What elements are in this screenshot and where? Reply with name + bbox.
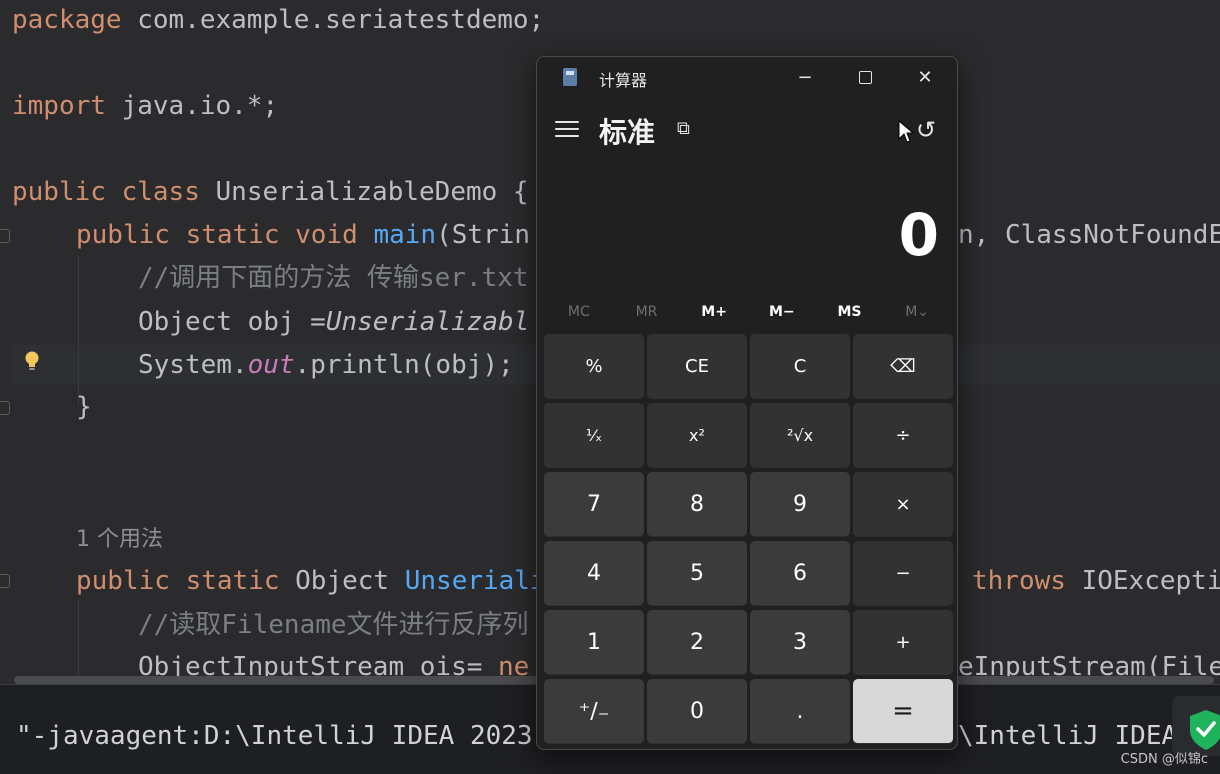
digit-6-button[interactable]: 6 — [750, 541, 850, 606]
minimize-button[interactable]: − — [785, 63, 825, 91]
code-line: public class UnserializableDemo { — [12, 177, 529, 207]
memory-store-button[interactable]: MS — [816, 304, 882, 320]
menu-button[interactable] — [555, 117, 579, 141]
security-shield-widget[interactable] — [1172, 696, 1220, 756]
keep-on-top-icon: ⧉ — [677, 118, 690, 139]
digit-8-button[interactable]: 8 — [647, 472, 747, 537]
digit-5-button[interactable]: 5 — [647, 541, 747, 606]
hamburger-icon-bar — [555, 121, 579, 123]
code-line-fragment: n, ClassNotFoundE — [958, 220, 1220, 250]
history-button[interactable]: ↺ — [913, 117, 939, 143]
clear-entry-button[interactable]: CE — [647, 334, 747, 399]
fold-marker[interactable] — [0, 574, 10, 588]
minimize-icon: − — [797, 66, 813, 88]
window-title: 计算器 — [599, 71, 648, 90]
fold-marker[interactable] — [0, 229, 10, 243]
clear-button[interactable]: C — [750, 334, 850, 399]
code-line: import java.io.*; — [12, 91, 279, 121]
code-line: public static Object Unseriali — [76, 566, 546, 596]
result-display: 0 — [898, 201, 939, 269]
digit-7-button[interactable]: 7 — [544, 472, 644, 537]
code-line: } — [76, 392, 92, 422]
mode-title: 标准 — [599, 116, 656, 149]
maximize-button[interactable] — [845, 63, 885, 91]
code-line: Object obj =Unserializabl — [138, 307, 530, 337]
percent-button[interactable]: % — [544, 334, 644, 399]
square-root-button[interactable]: ²√x — [750, 403, 850, 468]
hamburger-icon-bar — [555, 128, 579, 130]
calculator-app-icon — [563, 68, 577, 86]
code-comment: //读取Filename文件进行反序列 — [138, 610, 529, 640]
maximize-icon — [858, 70, 872, 84]
usage-hint[interactable]: 1 个用法 — [76, 520, 163, 560]
hamburger-icon-bar — [555, 135, 579, 137]
subtract-button[interactable]: − — [853, 541, 953, 606]
indent-guide — [78, 256, 79, 406]
digit-9-button[interactable]: 9 — [750, 472, 850, 537]
console-output-fragment: \IntelliJ IDEA — [958, 721, 1178, 751]
digit-1-button[interactable]: 1 — [544, 610, 644, 675]
square-button[interactable]: x² — [647, 403, 747, 468]
code-line: package com.example.seriatestdemo; — [12, 5, 545, 35]
code-comment: //调用下面的方法 传输ser.txt — [138, 263, 529, 293]
digit-4-button[interactable]: 4 — [544, 541, 644, 606]
indent-guide — [78, 600, 79, 676]
shield-check-icon — [1190, 710, 1220, 750]
digit-3-button[interactable]: 3 — [750, 610, 850, 675]
fold-marker[interactable] — [0, 401, 10, 415]
digit-0-button[interactable]: 0 — [647, 679, 747, 744]
reciprocal-button[interactable]: ¹⁄ₓ — [544, 403, 644, 468]
memory-subtract-button[interactable]: M− — [749, 304, 815, 320]
keep-on-top-button[interactable]: ⧉ — [677, 119, 699, 139]
calculator-titlebar[interactable]: 计算器 − ✕ — [537, 57, 957, 97]
history-icon: ↺ — [915, 116, 937, 144]
backspace-button[interactable]: ⌫ — [853, 334, 953, 399]
divide-button[interactable]: ÷ — [853, 403, 953, 468]
close-icon: ✕ — [917, 66, 933, 88]
decimal-button[interactable]: . — [750, 679, 850, 744]
lightbulb-icon[interactable] — [24, 350, 40, 372]
code-line-fragment: throws IOExcepti — [972, 566, 1220, 596]
code-line: System.out.println(obj); — [138, 350, 514, 380]
keypad: % CE C ⌫ ¹⁄ₓ x² ²√x ÷ 7 8 9 × 4 5 6− 1 2 3 + ⁺∕₋ 0. = — [544, 334, 953, 744]
negate-button[interactable]: ⁺∕₋ — [544, 679, 644, 744]
equals-button[interactable]: = — [853, 679, 953, 744]
add-button[interactable]: + — [853, 610, 953, 675]
multiply-button[interactable]: × — [853, 472, 953, 537]
watermark: CSDN @似锦c — [1120, 752, 1208, 767]
memory-list-button[interactable]: M⌄ — [884, 304, 950, 320]
memory-add-button[interactable]: M+ — [681, 304, 747, 320]
digit-2-button[interactable]: 2 — [647, 610, 747, 675]
console-output-line: "-javaagent:D:\IntelliJ IDEA 2023 — [16, 721, 533, 751]
memory-recall-button[interactable]: MR — [613, 304, 679, 320]
memory-row: MC MR M+ M− MS M⌄ — [545, 297, 951, 327]
calculator-window[interactable]: 计算器 − ✕ 标准 ⧉ ↺ 0 MC MR M+ M− MS M⌄ % CE C ⌫ ¹⁄ₓ x²… — [536, 56, 958, 750]
code-line: public static void main(Strin — [76, 220, 530, 250]
memory-clear-button[interactable]: MC — [546, 304, 612, 320]
close-button[interactable]: ✕ — [905, 63, 945, 91]
